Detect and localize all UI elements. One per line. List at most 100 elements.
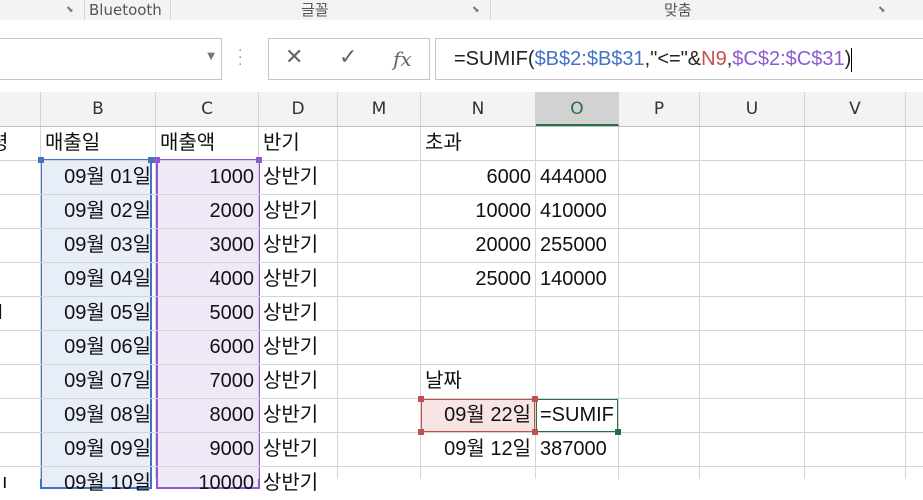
cell-d1[interactable]: 반기 [259,127,337,160]
cell-amount[interactable]: 6000 [156,331,258,364]
cell-half[interactable]: 상반기 [259,161,337,194]
formula-part: N9 [701,48,727,70]
cell-c1[interactable]: 매출액 [156,127,258,160]
cell-date[interactable]: 09월 05일 [41,297,155,330]
fill-handle-icon[interactable] [615,429,621,435]
cell-half[interactable]: 상반기 [259,467,337,500]
column-header-u[interactable]: U [700,92,805,126]
column-header-p[interactable]: P [619,92,700,126]
chevron-down-icon[interactable]: ▼ [207,51,215,62]
enter-icon[interactable]: ✓ [339,45,357,70]
cell-b1[interactable]: 매출일 [41,127,155,160]
dialog-launcher-icon[interactable]: ⬊ [472,6,481,15]
dialog-launcher-icon[interactable]: ⬊ [66,6,75,15]
insert-function-icon[interactable]: fx [393,47,412,71]
ribbon-separator [490,0,491,20]
cell-date[interactable]: 09월 09일 [41,433,155,466]
range-handle-icon[interactable] [418,396,424,402]
cell-n3[interactable]: 10000 [421,195,535,228]
cell-date[interactable]: 09월 02일 [41,195,155,228]
cell-half[interactable]: 상반기 [259,365,337,398]
cell-half[interactable]: 상반기 [259,331,337,364]
cell-amount[interactable]: 3000 [156,229,258,262]
column-header-o[interactable]: O [536,92,619,126]
column-header-m[interactable]: M [338,92,421,126]
cell-o5[interactable]: 140000 [536,263,618,296]
formula-part: =SUMIF( [454,48,535,70]
ribbon-group-font: 글꼴 [301,1,329,19]
column-header-n[interactable]: N [421,92,536,126]
cell-n9[interactable]: 09월 22일 [421,399,535,432]
ribbon-group-bluetooth: Bluetooth [89,1,162,19]
resize-handle-icon[interactable]: · · · [238,44,242,72]
cell-amount[interactable]: 1000 [156,161,258,194]
ribbon-group-labels: ⬊ Bluetooth 글꼴 ⬊ 맞춤 ⬊ [0,0,923,21]
cell-date[interactable]: 09월 01일 [41,161,155,194]
cell-amount[interactable]: 4000 [156,263,258,296]
formula-part: ,"<="& [644,48,702,70]
cell-amount[interactable]: 9000 [156,433,258,466]
cancel-icon[interactable]: ✕ [285,45,303,70]
cell-date[interactable]: 09월 03일 [41,229,155,262]
gridline [699,127,700,479]
cell-amount[interactable]: 2000 [156,195,258,228]
ribbon-separator [170,0,171,20]
cell-amount[interactable]: 8000 [156,399,258,432]
cell-n1[interactable]: 초과 [421,127,535,160]
range-handle-icon[interactable] [532,396,538,402]
range-handle-icon[interactable] [38,157,44,163]
cell-half[interactable]: 상반기 [259,297,337,330]
cell-half[interactable]: 상반기 [259,263,337,296]
range-handle-icon[interactable] [154,157,160,163]
cell-o2[interactable]: 444000 [536,161,618,194]
name-box[interactable]: ▼ [0,38,222,80]
cell-o4[interactable]: 255000 [536,229,618,262]
range-handle-icon[interactable] [532,429,538,435]
gridline [618,127,619,479]
cell-o9-editing[interactable]: =SUMIF [536,399,618,432]
cell-n2[interactable]: 6000 [421,161,535,194]
cell-amount[interactable]: 7000 [156,365,258,398]
cell-o3[interactable]: 410000 [536,195,618,228]
formula-part: $C$2:$C$31 [732,48,845,70]
gridline [905,127,906,479]
cell-date[interactable]: 09월 04일 [41,263,155,296]
dialog-launcher-icon[interactable]: ⬊ [878,6,887,15]
range-handle-icon[interactable] [256,157,262,163]
cell-partial-text[interactable]: 령 [0,127,26,160]
formula-input[interactable]: =SUMIF($B$2:$B$31,"<="&N9,$C$2:$C$31) [435,38,923,80]
column-headers: B C D M N O P U V [0,92,923,127]
cell-date[interactable]: 09월 10일 [41,467,155,500]
cell-half[interactable]: 상반기 [259,399,337,432]
worksheet-grid: 령 매출일 매출액 반기 초과 09월 01일1000상반기09월 02일200… [0,127,923,494]
column-header-v[interactable]: V [805,92,906,126]
column-header-d[interactable]: D [259,92,338,126]
column-header-c[interactable]: C [156,92,259,126]
column-header-b[interactable]: B [41,92,156,126]
formula-part: $B$2:$B$31 [534,48,645,70]
cell-amount[interactable]: 5000 [156,297,258,330]
cell-amount[interactable]: 10000 [156,467,258,500]
cell-half[interactable]: 상반기 [259,433,337,466]
cell-o10[interactable]: 387000 [536,433,618,466]
cell-date[interactable]: 09월 06일 [41,331,155,364]
ribbon-separator [84,0,85,20]
formula-buttons: ✕ ✓ fx [268,38,430,80]
gridline [804,127,805,479]
cell-partial-text[interactable]: l [0,297,34,330]
ribbon-group-alignment: 맞춤 [664,1,692,19]
gridline [337,127,338,479]
cell-partial-text[interactable]: ı [0,466,38,499]
text-cursor [851,47,853,72]
cell-n8[interactable]: 날짜 [421,365,535,398]
cell-date[interactable]: 09월 08일 [41,399,155,432]
cell-n10[interactable]: 09월 12일 [421,433,535,466]
formula-part: ) [844,48,852,70]
cell-n5[interactable]: 25000 [421,263,535,296]
cell-half[interactable]: 상반기 [259,195,337,228]
range-handle-icon[interactable] [418,429,424,435]
column-header-partial[interactable] [0,92,41,126]
cell-half[interactable]: 상반기 [259,229,337,262]
cell-date[interactable]: 09월 07일 [41,365,155,398]
cell-n4[interactable]: 20000 [421,229,535,262]
